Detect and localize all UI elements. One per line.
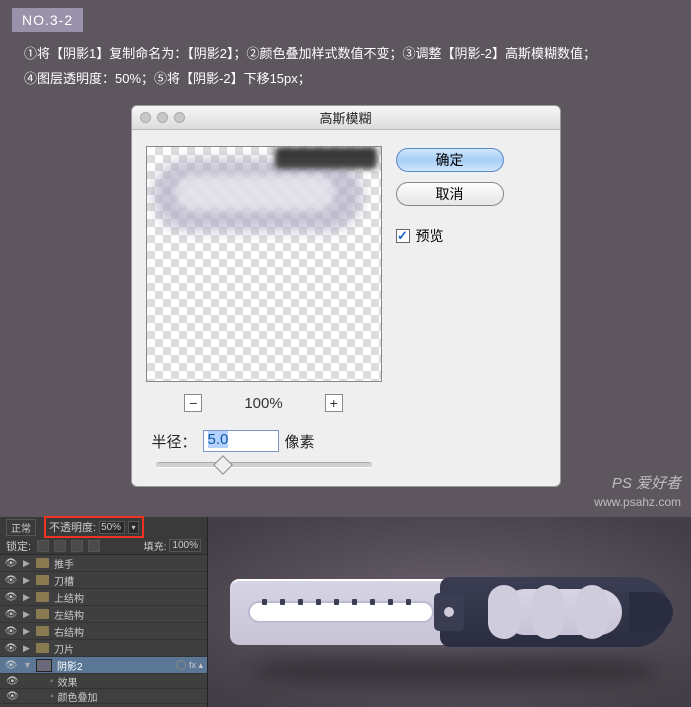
lock-transparency-icon[interactable] <box>37 540 49 552</box>
visibility-icon[interactable]: 👁 <box>6 691 19 702</box>
fill-label: 填充: <box>144 538 167 553</box>
knife-illustration <box>230 571 670 653</box>
instruction-text: ①将【阴影1】复制命名为：【阴影2】；②颜色叠加样式数值不变；③调整【阴影-2】… <box>0 38 691 95</box>
visibility-icon[interactable]: 👁 <box>6 676 19 687</box>
preview-checkbox[interactable]: ✓ <box>396 229 410 243</box>
dialog-title-bar[interactable]: 高斯模糊 <box>132 106 560 130</box>
radius-unit: 像素 <box>285 431 315 452</box>
visibility-icon[interactable]: 👁 <box>4 592 18 603</box>
layer-name: 阴影2 <box>57 658 83 673</box>
minimize-icon[interactable] <box>157 112 168 123</box>
effect-icon: ◦ <box>50 691 54 702</box>
watermark-logo: PS 爱好者 <box>594 473 681 494</box>
layer-folder[interactable]: 👁 ▶ 刀槽 <box>0 572 207 589</box>
layer-name: 刀片 <box>54 641 74 656</box>
visibility-icon[interactable]: 👁 <box>4 660 18 671</box>
chevron-down-icon[interactable]: ▼ <box>23 660 31 670</box>
effect-name: 颜色叠加 <box>58 689 98 704</box>
chevron-right-icon[interactable]: ▶ <box>23 575 31 586</box>
effect-icon: ◦ <box>50 676 54 687</box>
zoom-controls: − 100% + <box>146 394 382 412</box>
layer-folder[interactable]: 👁 ▶ 右结构 <box>0 623 207 640</box>
layer-list: 👁 ▶ 推手 👁 ▶ 刀槽 👁 ▶ 上结构 👁 ▶ 左结构 👁 ▶ 右结构 👁 ▶ 刀片 👁 ▼ 阴影2 fx ▴ 👁 ◦ 效果… <box>0 555 207 704</box>
layer-folder[interactable]: 👁 ▶ 左结构 <box>0 606 207 623</box>
layer-thumbnail <box>36 659 52 672</box>
layers-panel: 正常 不透明度: ▾ 锁定: 填充: 100% 👁 ▶ 推手 👁 ▶ <box>0 517 208 707</box>
folder-icon <box>36 609 49 619</box>
layers-header: 正常 不透明度: ▾ <box>0 517 207 537</box>
lock-paint-icon[interactable] <box>54 540 66 552</box>
folder-icon <box>36 643 49 653</box>
chevron-right-icon[interactable]: ▶ <box>23 643 31 654</box>
layer-name: 刀槽 <box>54 573 74 588</box>
fx-indicator[interactable]: fx ▴ <box>176 660 203 671</box>
lock-label: 锁定: <box>6 538 31 554</box>
ok-button[interactable]: 确定 <box>396 148 504 172</box>
preview-checkbox-row[interactable]: ✓ 预览 <box>396 226 504 246</box>
lock-buttons[interactable] <box>37 540 100 552</box>
instruction-line-2: ④图层透明度：50%；⑤将【阴影-2】下移15px； <box>24 67 667 92</box>
radius-input[interactable]: 5.0 <box>203 430 279 452</box>
layer-name: 右结构 <box>54 624 84 639</box>
visibility-icon[interactable]: 👁 <box>4 575 18 586</box>
visibility-icon[interactable]: 👁 <box>4 643 18 654</box>
layer-folder[interactable]: 👁 ▶ 刀片 <box>0 640 207 657</box>
step-badge: NO.3-2 <box>12 8 83 32</box>
layer-item[interactable]: 👁 ▼ 阴影2 fx ▴ <box>0 657 207 674</box>
folder-icon <box>36 626 49 636</box>
opacity-highlight: 不透明度: ▾ <box>44 516 144 538</box>
preview-content-dark <box>275 147 377 169</box>
lock-position-icon[interactable] <box>71 540 83 552</box>
knife-shadow <box>248 653 661 687</box>
dialog-title: 高斯模糊 <box>132 108 560 127</box>
folder-icon <box>36 575 49 585</box>
fill-value[interactable]: 100% <box>169 539 201 552</box>
chevron-right-icon[interactable]: ▶ <box>23 609 31 620</box>
visibility-icon[interactable]: 👁 <box>4 609 18 620</box>
instruction-line-1: ①将【阴影1】复制命名为：【阴影2】；②颜色叠加样式数值不变；③调整【阴影-2】… <box>24 42 667 67</box>
zoom-level: 100% <box>244 395 282 412</box>
layer-name: 上结构 <box>54 590 84 605</box>
watermark: PS 爱好者 www.psahz.com <box>594 473 681 511</box>
blend-mode-select[interactable]: 正常 <box>6 519 36 536</box>
opacity-input[interactable] <box>99 521 125 534</box>
radius-slider[interactable] <box>156 462 372 468</box>
zoom-in-button[interactable]: + <box>325 394 343 412</box>
preview-thumbnail[interactable] <box>146 146 382 382</box>
visibility-icon[interactable]: 👁 <box>4 626 18 637</box>
close-icon[interactable] <box>140 112 151 123</box>
layer-effect-item[interactable]: 👁 ◦ 效果 <box>0 674 207 689</box>
preview-checkbox-label: 预览 <box>416 226 444 246</box>
opacity-stepper[interactable]: ▾ <box>128 521 139 534</box>
canvas-area[interactable] <box>208 517 691 707</box>
chevron-right-icon[interactable]: ▶ <box>23 626 31 637</box>
watermark-url: www.psahz.com <box>594 494 681 511</box>
layer-name: 左结构 <box>54 607 84 622</box>
preview-content-inner <box>175 175 335 211</box>
layer-folder[interactable]: 👁 ▶ 推手 <box>0 555 207 572</box>
effect-name: 效果 <box>58 674 78 689</box>
zoom-out-button[interactable]: − <box>184 394 202 412</box>
layer-name: 推手 <box>54 556 74 571</box>
slider-thumb[interactable] <box>213 455 233 475</box>
folder-icon <box>36 558 49 568</box>
visibility-icon[interactable]: 👁 <box>4 558 18 569</box>
layer-effect-item[interactable]: 👁 ◦ 颜色叠加 <box>0 689 207 704</box>
layer-folder[interactable]: 👁 ▶ 上结构 <box>0 589 207 606</box>
chevron-right-icon[interactable]: ▶ <box>23 558 31 569</box>
folder-icon <box>36 592 49 602</box>
gaussian-blur-dialog: 高斯模糊 − 100% + 半径： 5.0 像素 确定 <box>131 105 561 487</box>
cancel-button[interactable]: 取消 <box>396 182 504 206</box>
chevron-right-icon[interactable]: ▶ <box>23 592 31 603</box>
radius-label: 半径： <box>152 431 197 452</box>
opacity-label: 不透明度: <box>49 519 96 535</box>
maximize-icon[interactable] <box>174 112 185 123</box>
window-controls[interactable] <box>140 112 185 123</box>
lock-all-icon[interactable] <box>88 540 100 552</box>
